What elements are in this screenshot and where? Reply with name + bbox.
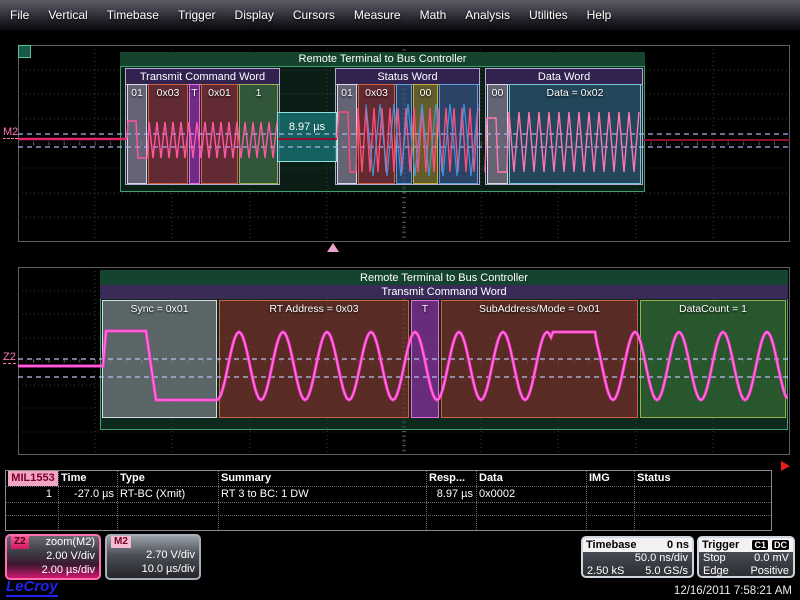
cell-data: 0x0002: [479, 488, 515, 500]
col-divider: [426, 471, 427, 530]
datetime-label: 12/16/2011 7:58:21 AM: [674, 585, 792, 597]
col-summary: Summary: [221, 472, 271, 484]
trigger-descriptor[interactable]: Trigger C1 DC Stop 0.0 mV Edge Positive: [697, 536, 795, 578]
z2-source: zoom(M2): [45, 536, 95, 549]
col-divider: [218, 471, 219, 530]
trigger-title: Trigger: [702, 539, 739, 551]
menu-item-math[interactable]: Math: [420, 8, 447, 22]
z2-chip: Z2: [11, 536, 29, 549]
z2-descriptor[interactable]: Z2 zoom(M2) 2.00 V/div 2.00 µs/div: [5, 534, 101, 580]
row-divider: [6, 515, 771, 516]
m2-waveform: [18, 45, 790, 242]
z2-tdiv: 2.00 µs/div: [42, 563, 95, 577]
row-divider: [6, 502, 771, 503]
menu-item-file[interactable]: File: [10, 8, 29, 22]
menu-bar: File Vertical Timebase Trigger Display C…: [0, 0, 800, 30]
cell-time: -27.0 µs: [58, 488, 114, 500]
col-divider: [58, 471, 59, 530]
cell-resp: 8.97 µs: [426, 488, 473, 500]
col-img: IMG: [589, 472, 610, 484]
z2-waveform: [18, 267, 790, 455]
col-divider: [117, 471, 118, 530]
menu-item-vertical[interactable]: Vertical: [48, 8, 87, 22]
menu-item-display[interactable]: Display: [235, 8, 274, 22]
trigger-coupling-badge: DC: [771, 539, 790, 551]
protocol-badge[interactable]: MIL1553: [8, 471, 58, 486]
menu-item-utilities[interactable]: Utilities: [529, 8, 568, 22]
timebase-title: Timebase: [586, 539, 637, 551]
col-status: Status: [637, 472, 671, 484]
timebase-tdiv: 50.0 ns/div: [635, 552, 688, 565]
col-time: Time: [61, 472, 86, 484]
cell-type: RT-BC (Xmit): [120, 488, 185, 500]
m2-vdiv: 2.70 V/div: [146, 548, 195, 562]
lecroy-logo: LeCroy: [6, 579, 58, 597]
col-type: Type: [120, 472, 145, 484]
menu-item-trigger[interactable]: Trigger: [178, 8, 216, 22]
row-divider: [6, 486, 771, 487]
col-divider: [476, 471, 477, 530]
z2-vdiv: 2.00 V/div: [46, 549, 95, 563]
menu-item-measure[interactable]: Measure: [354, 8, 401, 22]
trigger-level: 0.0 mV: [754, 552, 789, 565]
menu-item-help[interactable]: Help: [587, 8, 612, 22]
cell-summary: RT 3 to BC: 1 DW: [221, 488, 309, 500]
m2-trace-label[interactable]: M2: [3, 126, 18, 139]
trigger-source-badge: C1: [751, 539, 769, 551]
oscilloscope-screen: File Vertical Timebase Trigger Display C…: [0, 0, 800, 600]
cell-index: 1: [6, 488, 52, 500]
m2-chip: M2: [111, 536, 131, 548]
menu-item-timebase[interactable]: Timebase: [107, 8, 159, 22]
col-divider: [586, 471, 587, 530]
col-data: Data: [479, 472, 503, 484]
trigger-position-marker-icon[interactable]: [327, 243, 339, 252]
col-resp: Resp...: [429, 472, 465, 484]
menu-item-analysis[interactable]: Analysis: [465, 8, 510, 22]
trigger-mode: Stop: [703, 552, 726, 565]
z2-trace-label[interactable]: Z2: [3, 351, 16, 364]
m2-descriptor[interactable]: M2 2.70 V/div 10.0 µs/div: [105, 534, 201, 580]
timebase-rate: 5.0 GS/s: [645, 565, 688, 578]
decode-table: MIL1553 Time Type Summary Resp... Data I…: [5, 470, 772, 531]
trigger-slope: Positive: [750, 565, 789, 578]
menu-item-cursors[interactable]: Cursors: [293, 8, 335, 22]
trigger-type: Edge: [703, 565, 729, 578]
timebase-samples: 2.50 kS: [587, 565, 624, 578]
col-divider: [634, 471, 635, 530]
m2-tdiv: 10.0 µs/div: [142, 562, 195, 576]
table-scroll-arrow-icon[interactable]: [781, 461, 790, 471]
timebase-descriptor[interactable]: Timebase 0 ns 50.0 ns/div 2.50 kS 5.0 GS…: [581, 536, 694, 578]
timebase-offset: 0 ns: [667, 539, 689, 551]
